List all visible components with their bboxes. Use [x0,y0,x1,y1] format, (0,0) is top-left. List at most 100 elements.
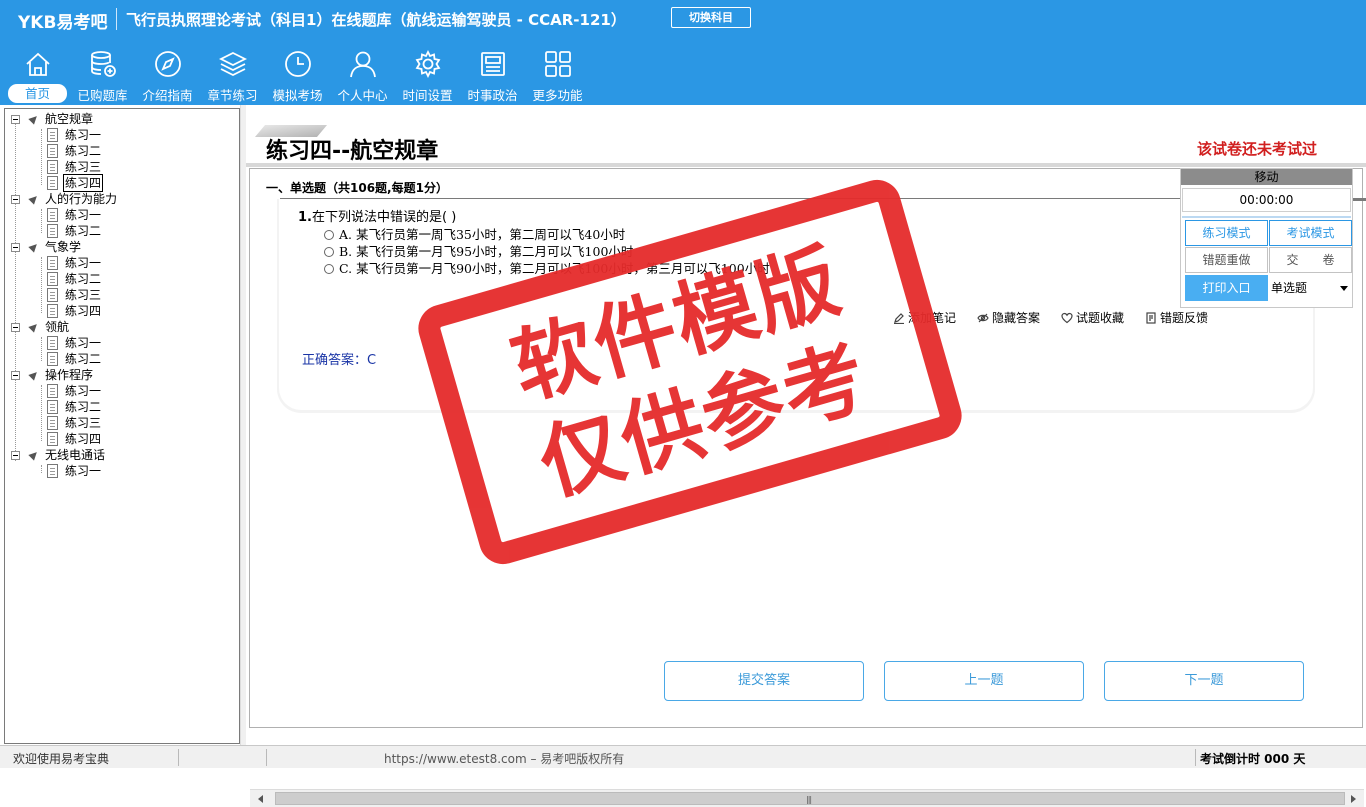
document-icon [47,144,58,158]
option-text: A. 某飞行员第一周飞35小时，第二周可以飞40小时 [339,227,626,242]
status-divider [266,749,267,766]
practice-mode-button[interactable]: 练习模式 [1185,220,1268,246]
welcome-text: 欢迎使用易考宝典 [13,752,110,766]
timer-display: 00:00:00 [1182,188,1351,212]
tree-item-label: 练习二 [65,352,102,366]
document-icon [47,208,58,222]
move-handle[interactable]: 移动 [1181,169,1352,185]
switch-subject-button[interactable]: 切换科目 [671,7,751,28]
folder-triangle-icon [28,193,40,205]
question-type-value: 单选题 [1271,281,1308,295]
option-text: B. 某飞行员第一月飞95小时，第二月可以飞100小时 [339,244,634,259]
tree-chapter-label: 无线电通话 [45,448,106,462]
tool-label: 隐藏答案 [992,311,1041,325]
tree-chapter-label: 领航 [45,320,70,334]
correct-answer: 正确答案：C [302,353,377,368]
collapse-toggle-icon[interactable] [11,243,20,252]
nav-item-current-affairs[interactable]: 时事政治 [460,46,525,104]
nav-item-time-settings[interactable]: 时间设置 [395,46,460,104]
document-icon [47,288,58,302]
collapse-toggle-icon[interactable] [11,115,20,124]
print-button[interactable]: 打印入口 [1185,275,1268,301]
collapse-toggle-icon[interactable] [11,451,20,460]
app-header: YKB易考吧 飞行员执照理论考试（科目1）在线题库（航线运输驾驶员 - CCAR… [0,0,1366,105]
folder-triangle-icon [28,369,40,381]
document-icon [47,224,58,238]
next-question-button[interactable]: 下一题 [1104,661,1304,701]
scrollbar-thumb[interactable]: ||| [275,792,1345,805]
nav-item-mock-exam[interactable]: 模拟考场 [265,46,330,104]
add-note-button[interactable]: 添加笔记 [893,309,956,326]
document-icon [47,304,58,318]
nav-item-personal[interactable]: 个人中心 [330,46,395,104]
tree-line [15,121,16,461]
previous-question-button[interactable]: 上一题 [884,661,1084,701]
radio-button[interactable] [324,264,334,274]
app-logo: YKB易考吧 [18,13,108,33]
section-title: 一、单选题（共106题,每题1分） [266,181,448,195]
option-text: C. 某飞行员第一月飞90小时，第二月可以飞100小时，第三月可以飞100小时 [339,261,770,276]
exam-mode-button[interactable]: 考试模式 [1269,220,1352,246]
tree-item-label: 练习三 [65,416,102,430]
document-icon [47,336,58,350]
grid-icon [544,51,571,77]
nav-item-home[interactable]: 首页 [5,46,70,104]
tree-item-label: 练习二 [65,144,102,158]
option-c[interactable]: C. 某飞行员第一月飞90小时，第二月可以飞100小时，第三月可以飞100小时 [324,258,770,277]
tool-label: 添加笔记 [908,311,957,325]
hide-answer-button[interactable]: 隐藏答案 [977,309,1040,326]
nav-item-more[interactable]: 更多功能 [525,46,590,104]
collapse-toggle-icon[interactable] [11,323,20,332]
folder-triangle-icon [28,449,40,461]
layers-icon [218,51,247,77]
collapse-toggle-icon[interactable] [11,371,20,380]
collapse-toggle-icon[interactable] [11,195,20,204]
report-error-button[interactable]: 错题反馈 [1145,309,1208,326]
heart-icon [1061,312,1073,324]
document-icon [47,464,58,478]
exam-status-text: 该试卷还未考试过 [1197,140,1318,158]
tree-line [41,385,42,441]
scroll-left-icon[interactable] [258,795,263,803]
tree-chapter-label: 操作程序 [45,368,94,382]
chevron-down-icon [1340,286,1348,291]
nav-label: 介绍指南 [142,88,193,103]
database-add-icon [90,51,116,77]
tree-item-label: 练习四 [65,304,102,318]
question-type-select[interactable]: 单选题 [1269,275,1351,301]
tree-chapter-label: 气象学 [45,240,82,254]
radio-button[interactable] [324,247,334,257]
submit-answer-button[interactable]: 提交答案 [664,661,864,701]
tree-item-label: 练习二 [65,224,102,238]
tree-line [41,337,42,361]
hand-in-button[interactable]: 交 卷 [1269,247,1352,273]
horizontal-scrollbar[interactable]: ||| [250,789,1364,807]
nav-label: 首页 [8,84,67,103]
tree-item-label: 练习一 [65,208,102,222]
tree-item-label: 练习一 [65,384,102,398]
tree-item-label: 练习一 [65,336,102,350]
document-icon [47,400,58,414]
nav-item-guide[interactable]: 介绍指南 [135,46,200,104]
scroll-right-icon[interactable] [1351,795,1356,803]
tree-item-label: 练习一 [65,128,102,142]
folder-triangle-icon [28,321,40,333]
nav-item-chapter-practice[interactable]: 章节练习 [200,46,265,104]
report-icon [1146,312,1156,324]
tree-item-label: 练习二 [65,400,102,414]
tool-label: 试题收藏 [1076,311,1125,325]
tree-item-label: 练习一 [65,464,102,478]
favorite-button[interactable]: 试题收藏 [1061,309,1124,326]
redo-wrong-button[interactable]: 错题重做 [1185,247,1268,273]
main-nav: 首页 已购题库 介绍指南 章节练习 模拟考场 个人中心 时间设置 时事政治 更多… [5,46,590,104]
nav-label: 模拟考场 [272,88,323,103]
nav-item-purchased[interactable]: 已购题库 [70,46,135,104]
user-icon [349,51,376,78]
document-icon [47,272,58,286]
document-icon [47,432,58,446]
document-icon [47,256,58,270]
question-text: 在下列说法中错误的是( ) [311,210,457,225]
radio-button[interactable] [324,230,334,240]
folder-triangle-icon [28,241,40,253]
nav-label: 章节练习 [207,88,258,103]
